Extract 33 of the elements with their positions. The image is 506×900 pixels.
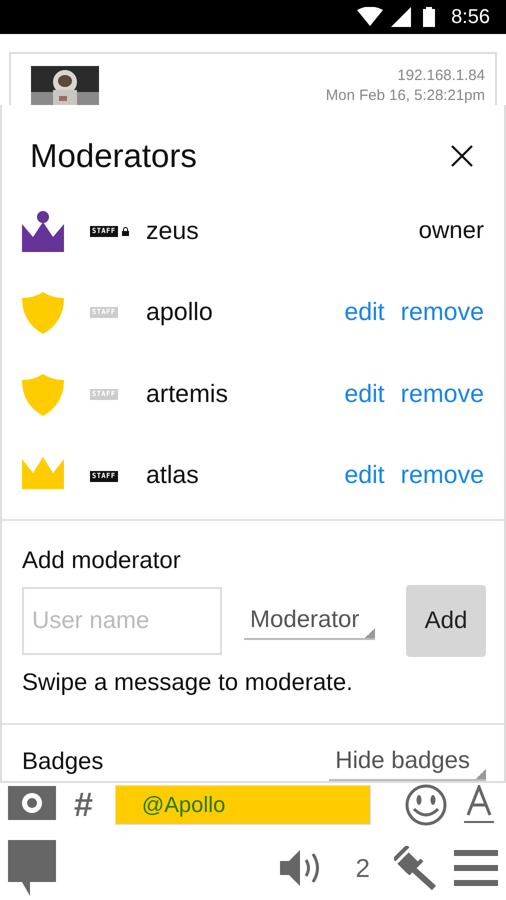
username: artemis [146, 378, 228, 410]
close-icon[interactable] [450, 144, 474, 168]
add-button[interactable]: Add [406, 585, 486, 657]
timestamp: Mon Feb 16, 5:28:21pm [326, 86, 485, 106]
edit-link[interactable]: edit [344, 376, 385, 414]
role-label: owner [418, 216, 484, 246]
edit-link[interactable]: edit [344, 457, 385, 495]
remove-link[interactable]: remove [400, 294, 484, 332]
section-label: Badges [22, 747, 104, 777]
battery-icon [423, 7, 436, 27]
wifi-icon [357, 7, 384, 27]
username-field[interactable]: User name [22, 587, 222, 655]
menu-icon[interactable] [454, 848, 498, 888]
hint-text: Swipe a message to moderate. [22, 668, 354, 698]
username: apollo [146, 297, 213, 328]
dialog-title: Moderators [30, 136, 197, 176]
section-label: Add moderator [22, 546, 182, 576]
ip-address: 192.168.1.84 [396, 66, 485, 86]
gavel-icon[interactable] [394, 846, 438, 890]
remove-link[interactable]: remove [400, 376, 484, 414]
message-field[interactable]: @Apollo [114, 785, 371, 825]
remove-link[interactable]: remove [400, 457, 484, 495]
signal-icon [391, 7, 412, 27]
hashtag-button[interactable]: # [74, 780, 93, 830]
clock: 8:56 [451, 5, 490, 30]
username: zeus [146, 216, 199, 247]
speaker-icon[interactable] [280, 848, 322, 888]
text-format-icon[interactable] [464, 785, 494, 825]
edit-link[interactable]: edit [344, 294, 385, 332]
smiley-icon[interactable] [404, 783, 448, 827]
chat-icon[interactable] [8, 840, 56, 896]
user-count: 2 [356, 852, 370, 884]
username: atlas [146, 460, 199, 492]
